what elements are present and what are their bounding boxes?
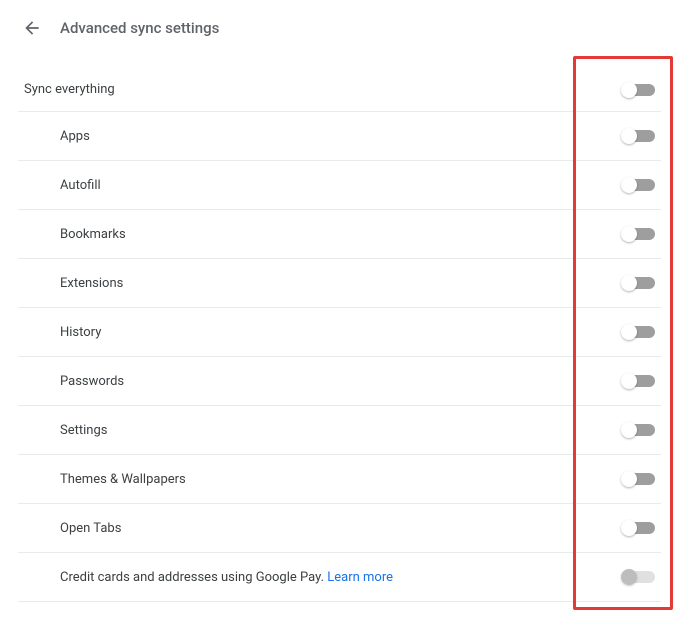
row-settings: Settings bbox=[18, 406, 661, 455]
credit-cards-label: Credit cards and addresses using Google … bbox=[18, 570, 393, 585]
row-themes-wallpapers: Themes & Wallpapers bbox=[18, 455, 661, 504]
learn-more-link[interactable]: Learn more bbox=[327, 570, 393, 585]
toggle-bookmarks[interactable] bbox=[623, 228, 655, 240]
passwords-label: Passwords bbox=[18, 374, 124, 389]
row-autofill: Autofill bbox=[18, 161, 661, 210]
row-bookmarks: Bookmarks bbox=[18, 210, 661, 259]
credit-cards-label-text: Credit cards and addresses using Google … bbox=[60, 570, 327, 585]
page-title: Advanced sync settings bbox=[60, 19, 219, 37]
toggle-settings[interactable] bbox=[623, 424, 655, 436]
autofill-label: Autofill bbox=[18, 178, 101, 193]
themes-wallpapers-label: Themes & Wallpapers bbox=[18, 472, 186, 487]
bookmarks-label: Bookmarks bbox=[18, 227, 126, 242]
extensions-label: Extensions bbox=[18, 276, 123, 291]
apps-label: Apps bbox=[18, 129, 90, 144]
settings-label: Settings bbox=[18, 423, 107, 438]
toggle-autofill[interactable] bbox=[623, 179, 655, 191]
row-history: History bbox=[18, 308, 661, 357]
open-tabs-label: Open Tabs bbox=[18, 521, 121, 536]
toggle-credit-cards bbox=[623, 571, 655, 583]
page-header: Advanced sync settings bbox=[0, 0, 679, 56]
back-arrow-icon[interactable] bbox=[22, 18, 42, 38]
row-open-tabs: Open Tabs bbox=[18, 504, 661, 553]
row-apps: Apps bbox=[18, 112, 661, 161]
toggle-open-tabs[interactable] bbox=[623, 522, 655, 534]
toggle-passwords[interactable] bbox=[623, 375, 655, 387]
row-extensions: Extensions bbox=[18, 259, 661, 308]
row-credit-cards: Credit cards and addresses using Google … bbox=[18, 553, 661, 602]
toggle-apps[interactable] bbox=[623, 130, 655, 142]
row-sync-everything: Sync everything bbox=[18, 56, 661, 112]
toggle-extensions[interactable] bbox=[623, 277, 655, 289]
toggle-history[interactable] bbox=[623, 326, 655, 338]
row-passwords: Passwords bbox=[18, 357, 661, 406]
history-label: History bbox=[18, 325, 101, 340]
toggle-themes-wallpapers[interactable] bbox=[623, 473, 655, 485]
toggle-sync-everything[interactable] bbox=[623, 84, 655, 96]
sync-everything-label: Sync everything bbox=[18, 82, 115, 97]
settings-content: Sync everything Apps Autofill Bookmarks … bbox=[0, 56, 679, 602]
